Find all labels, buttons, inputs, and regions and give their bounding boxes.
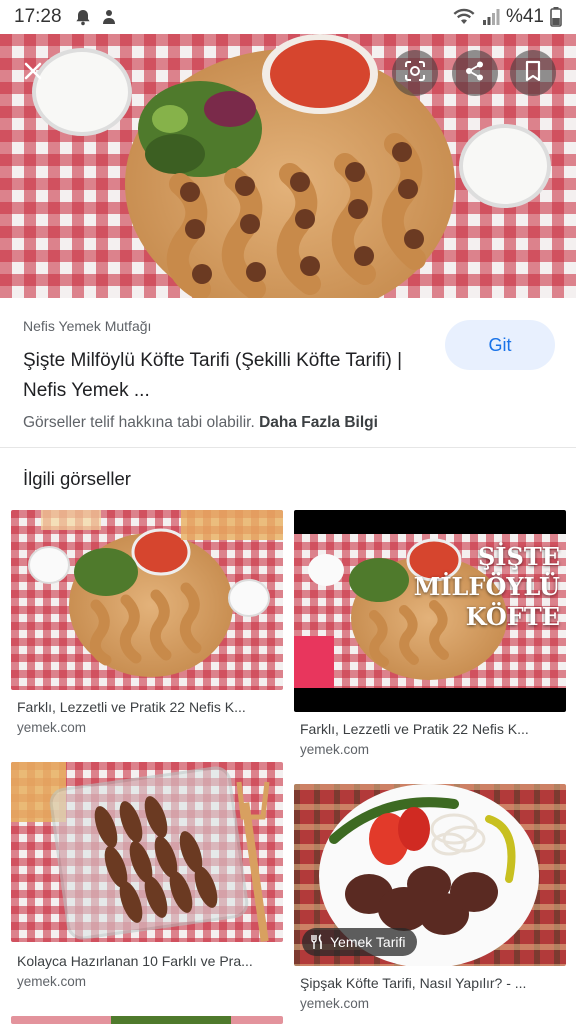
recipe-badge-label: Yemek Tarifi [330,934,406,950]
source-card: Nefis Yemek Mutfağı Şişte Milföylü Köfte… [0,298,576,448]
related-image-1[interactable] [11,510,283,690]
notification-bell-icon [74,8,92,26]
related-domain-2: yemek.com [300,742,370,757]
related-caption-2[interactable]: Farklı, Lezzetli ve Pratik 22 Nefis K... [300,721,562,737]
copyright-notice: Görseller telif hakkına tabi olabilir. D… [23,414,378,432]
lens-button[interactable] [392,50,438,96]
share-icon [464,60,486,87]
related-caption-3[interactable]: Kolayca Hazırlanan 10 Farklı ve Pra... [17,953,279,969]
related-food-photo-5 [11,1016,283,1024]
overlay-line-2: MİLFÖYLÜ [413,572,560,601]
more-info-link[interactable]: Daha Fazla Bilgi [259,414,378,431]
recipe-badge: Yemek Tarifi [302,928,418,956]
share-button[interactable] [452,50,498,96]
related-image-5[interactable] [11,1016,283,1024]
related-images-heading: İlgili görseller [23,468,131,489]
fork-knife-icon [310,934,324,950]
hero-image[interactable] [0,34,576,298]
related-image-3[interactable] [11,762,283,942]
clock: 17:28 [14,6,62,27]
copyright-text: Görseller telif hakkına tabi olabilir. [23,414,255,431]
related-domain-1: yemek.com [17,720,87,735]
related-domain-4: yemek.com [300,996,370,1011]
related-food-photo-3 [11,762,283,942]
close-button[interactable] [10,50,56,96]
battery-icon [550,7,562,27]
source-site-name: Nefis Yemek Mutfağı [23,318,152,334]
overlay-line-1: ŞİŞTE [477,542,560,571]
save-button[interactable] [510,50,556,96]
app-notification-icon [100,8,118,26]
source-page-title[interactable]: Şişte Milföylü Köfte Tarifi (Şekilli Köf… [23,346,423,406]
wifi-icon [452,8,476,26]
signal-icon [482,8,500,26]
related-food-photo-1 [11,510,283,690]
status-bar: 17:28 %41 [0,0,576,34]
related-caption-4[interactable]: Şipşak Köfte Tarifi, Nasıl Yapılır? - ..… [300,975,562,991]
related-image-2[interactable]: ŞİŞTE MİLFÖYLÜ KÖFTE [294,510,566,712]
related-domain-3: yemek.com [17,974,87,989]
battery-level: %41 [505,6,544,27]
close-icon [23,61,43,86]
related-image-4[interactable]: Yemek Tarifi [294,784,566,966]
bookmark-icon [524,60,542,87]
visit-button[interactable]: Git [445,320,555,370]
related-caption-1[interactable]: Farklı, Lezzetli ve Pratik 22 Nefis K... [17,699,279,715]
overlay-line-3: KÖFTE [465,602,560,631]
lens-icon [403,59,427,88]
overlay-title: ŞİŞTE MİLFÖYLÜ KÖFTE [414,542,560,632]
